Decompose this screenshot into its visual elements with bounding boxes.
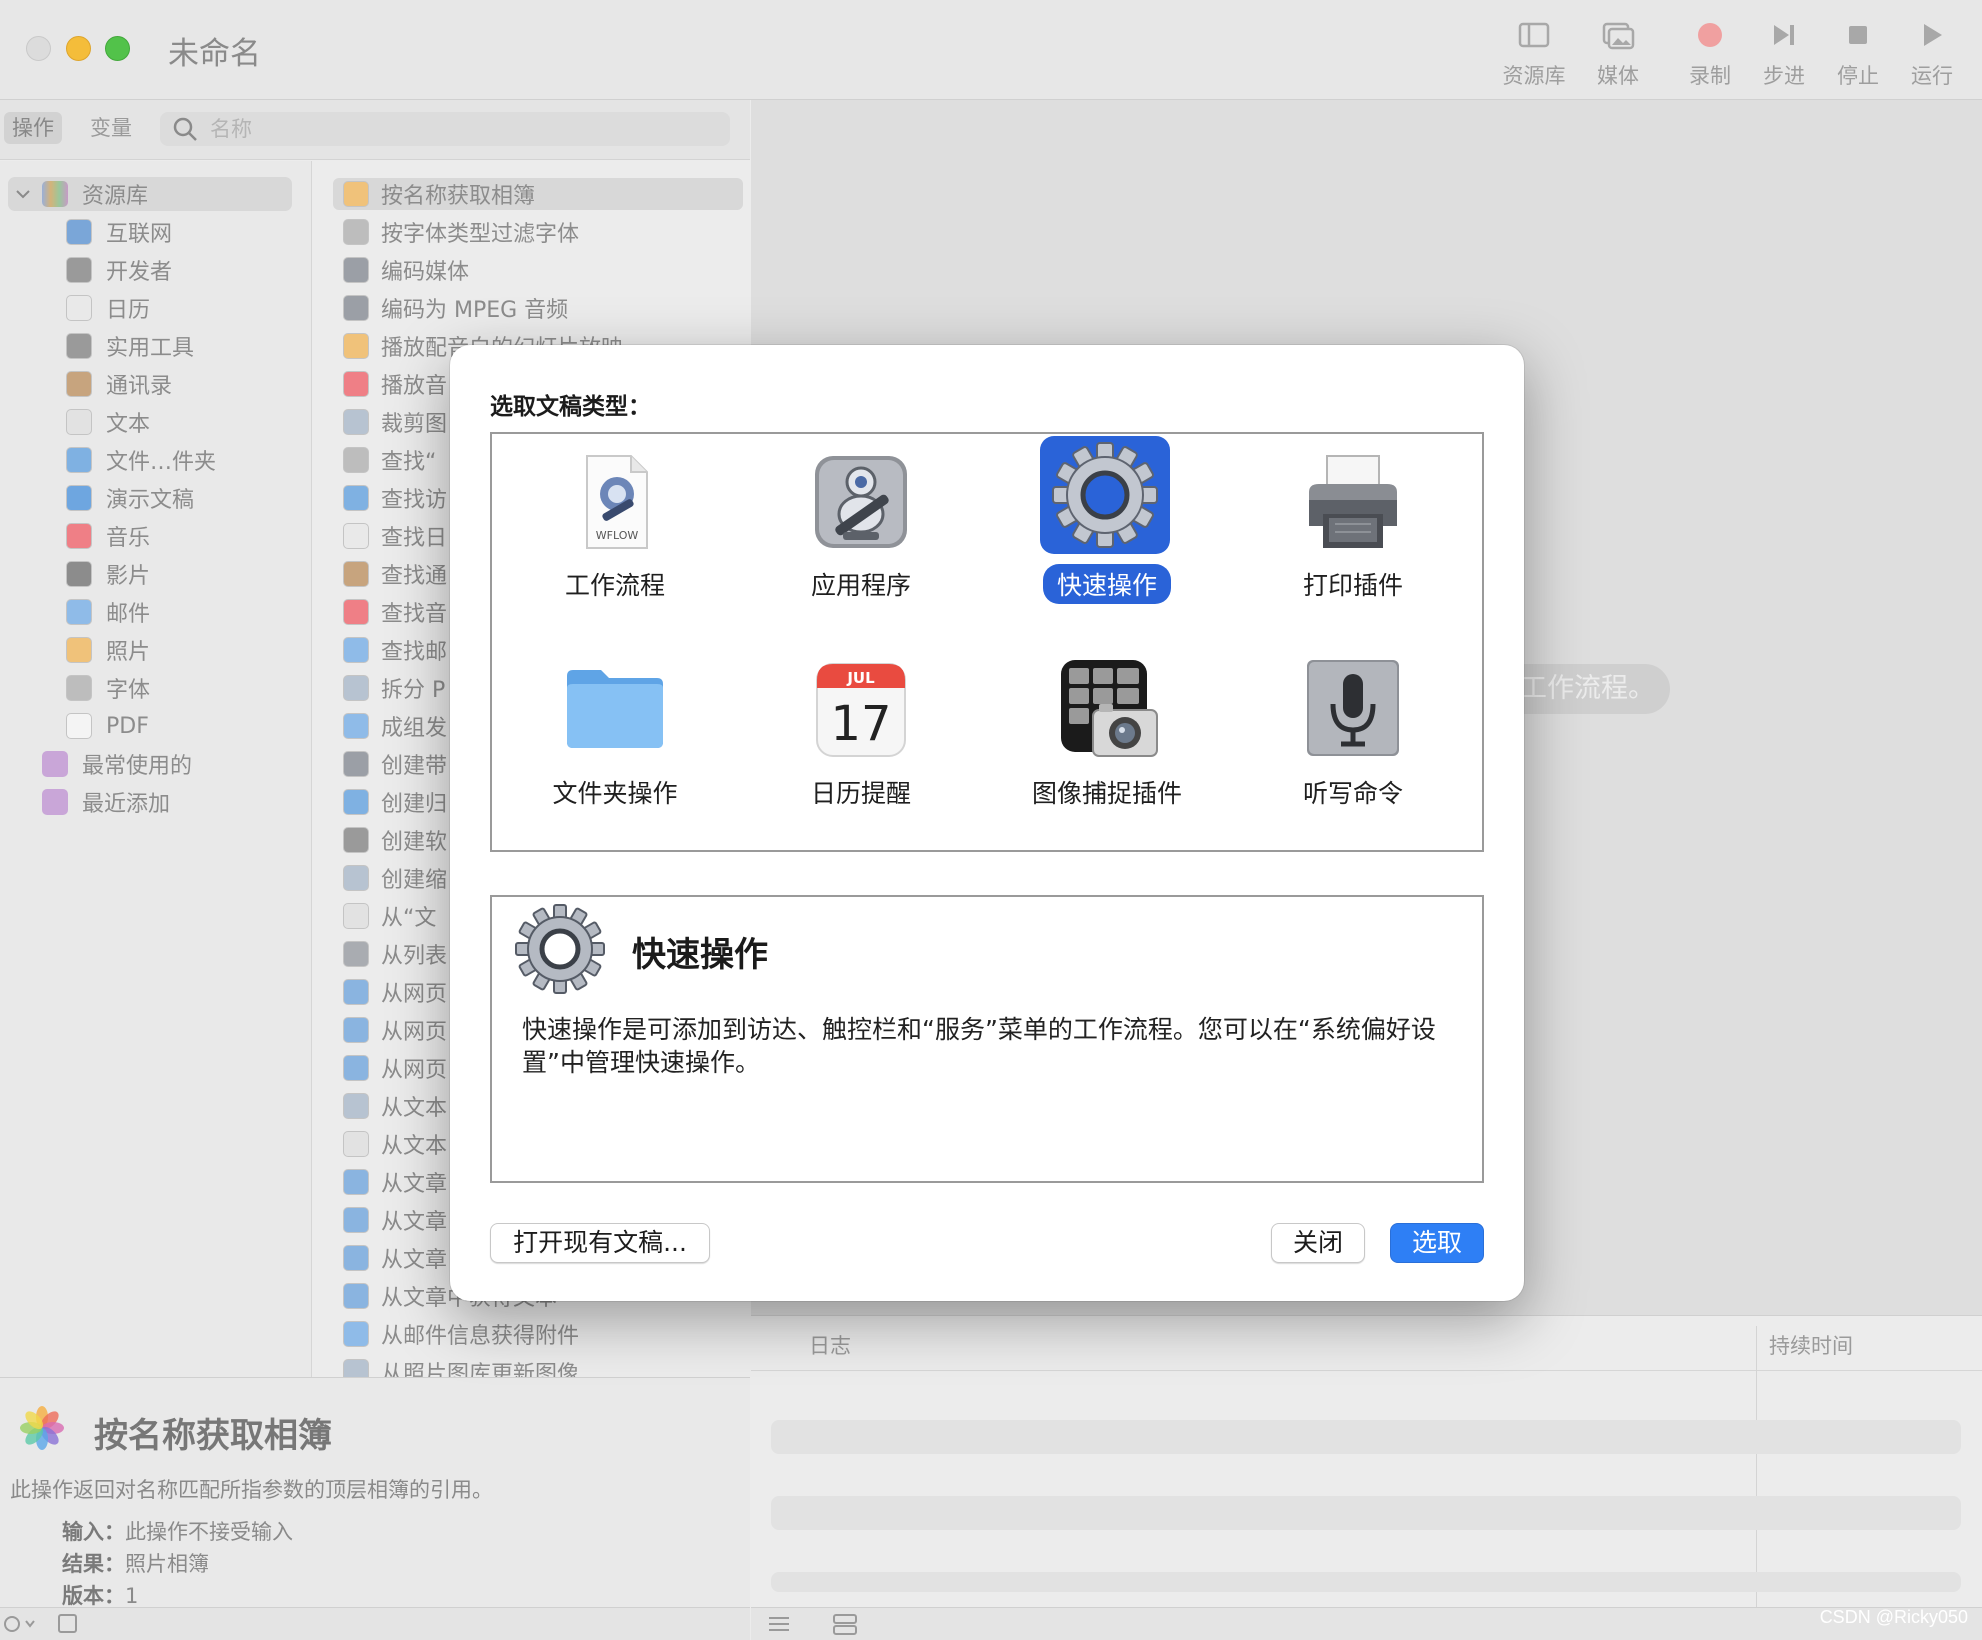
microphone-icon xyxy=(1307,660,1399,756)
type-label: 工作流程 xyxy=(564,571,665,600)
folder-icon xyxy=(567,670,663,748)
image-capture-icon xyxy=(1061,660,1158,757)
type-label: 听写命令 xyxy=(1302,779,1403,808)
calendar-day: 17 xyxy=(830,696,891,752)
type-label: 打印插件 xyxy=(1302,571,1403,600)
calendar-month: JUL xyxy=(846,669,875,687)
gear-icon xyxy=(515,904,605,994)
automator-robot-icon xyxy=(815,456,907,548)
type-image-capture-plugin[interactable]: 图像捕捉插件 xyxy=(984,644,1230,834)
type-workflow[interactable]: WFLOW 工作流程 xyxy=(492,436,738,626)
type-dictation-command[interactable]: 听写命令 xyxy=(1230,644,1476,834)
choose-button[interactable]: 选取 xyxy=(1390,1223,1484,1263)
type-label: 应用程序 xyxy=(810,571,911,600)
type-description-box: 快速操作 快速操作是可添加到访达、触控栏和“服务”菜单的工作流程。您可以在“系统… xyxy=(490,895,1484,1183)
type-label: 文件夹操作 xyxy=(552,779,678,808)
dialog-heading: 选取文稿类型： xyxy=(490,394,651,420)
calendar-icon: JUL 17 xyxy=(816,663,906,757)
selected-highlight xyxy=(1040,436,1170,554)
type-calendar-alarm[interactable]: JUL 17 日历提醒 xyxy=(738,644,984,834)
description-text: 快速操作是可添加到访达、触控栏和“服务”菜单的工作流程。您可以在“系统偏好设置”… xyxy=(522,1015,1436,1077)
type-label: 日历提醒 xyxy=(810,779,911,808)
open-existing-document-button[interactable]: 打开现有文稿... xyxy=(490,1223,710,1263)
workflow-file-tag: WFLOW xyxy=(596,529,639,542)
close-button[interactable]: 关闭 xyxy=(1271,1223,1365,1263)
type-folder-action[interactable]: 文件夹操作 xyxy=(492,644,738,834)
type-label: 图像捕捉插件 xyxy=(1031,779,1182,808)
type-print-plugin[interactable]: 打印插件 xyxy=(1230,436,1476,626)
choose-document-type-dialog: 选取文稿类型： WFLOW 工作流程 应用程序 快速操作 打印插件 文件夹操作 … xyxy=(450,345,1524,1301)
type-quick-action[interactable]: 快速操作 xyxy=(984,436,1230,626)
workflow-file-icon: WFLOW xyxy=(586,455,648,549)
type-application[interactable]: 应用程序 xyxy=(738,436,984,626)
description-title: 快速操作 xyxy=(632,935,768,975)
type-label: 快速操作 xyxy=(984,564,1230,604)
printer-icon xyxy=(1309,455,1397,548)
gear-icon xyxy=(1052,442,1158,548)
document-type-grid: WFLOW 工作流程 应用程序 快速操作 打印插件 文件夹操作 JUL 17 日… xyxy=(490,432,1484,852)
